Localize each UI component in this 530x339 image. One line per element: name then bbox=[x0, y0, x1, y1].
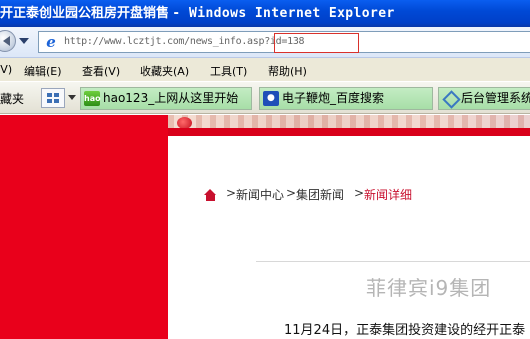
menu-view[interactable]: 查看(V) bbox=[82, 63, 120, 79]
favorite-tab-baidu[interactable]: 电子鞭炮_百度搜索 bbox=[259, 87, 433, 110]
breadcrumb-separator: > bbox=[286, 186, 297, 200]
favorite-tab-label: hao123_上网从这里开始 bbox=[103, 91, 239, 105]
menu-tools[interactable]: 工具(T) bbox=[210, 63, 247, 79]
content-divider bbox=[256, 261, 530, 262]
window-title-cn: 开正泰创业园公租房开盘销售 - bbox=[0, 6, 179, 21]
ie-page-icon: e bbox=[46, 33, 56, 51]
hao123-icon: hao bbox=[84, 91, 101, 106]
window-title-app: Windows Internet Explorer bbox=[189, 6, 395, 21]
favorite-tab-hao123[interactable]: hao hao123_上网从这里开始 bbox=[80, 87, 252, 110]
breadcrumb-news-center[interactable]: 新闻中心 bbox=[236, 186, 284, 203]
history-dropdown-icon[interactable] bbox=[19, 38, 29, 44]
header-red-stripe bbox=[168, 128, 530, 136]
favorites-bar: 藏夹 hao hao123_上网从这里开始 电子鞭炮_百度搜索 后台管理系统 bbox=[0, 82, 530, 114]
menu-bar: (V) 编辑(E) 查看(V) 收藏夹(A) 工具(T) 帮助(H) bbox=[0, 58, 530, 82]
breadcrumb-separator: > bbox=[226, 186, 237, 200]
navigation-bar: e http://www.lcztjt.com/news_info.asp?id… bbox=[0, 27, 530, 58]
menu-view-partial[interactable]: (V) bbox=[0, 63, 12, 76]
article-body-text: 11月24日，正泰集团投资建设的经开正泰 bbox=[284, 323, 526, 338]
menu-edit[interactable]: 编辑(E) bbox=[24, 63, 62, 79]
url-highlight-box bbox=[274, 33, 359, 53]
breadcrumb-group-news[interactable]: 集团新闻 bbox=[296, 186, 344, 203]
window-title-bar: 开正泰创业园公租房开盘销售 - Windows Internet Explore… bbox=[0, 0, 530, 27]
url-text[interactable]: http://www.lcztjt.com/news_info.asp?id=1… bbox=[64, 36, 305, 47]
favorites-label[interactable]: 藏夹 bbox=[0, 90, 24, 107]
menu-help[interactable]: 帮助(H) bbox=[268, 63, 307, 79]
menu-favorites[interactable]: 收藏夹(A) bbox=[140, 63, 189, 79]
web-page-content: > 新闻中心 > 集团新闻 > 新闻详细 菲律宾i9集团 11月24日，正泰集团… bbox=[0, 115, 530, 339]
quick-tabs-icon[interactable] bbox=[41, 88, 65, 108]
favorite-tab-label: 电子鞭炮_百度搜索 bbox=[282, 91, 385, 105]
watermark-text: 菲律宾i9集团 bbox=[366, 276, 492, 300]
breadcrumb-separator: > bbox=[354, 186, 365, 200]
back-button[interactable] bbox=[0, 30, 16, 52]
favorite-tab-admin[interactable]: 后台管理系统 bbox=[438, 87, 530, 110]
baidu-paw-icon bbox=[263, 91, 279, 106]
favorite-tab-label: 后台管理系统 bbox=[461, 91, 530, 105]
left-red-panel bbox=[0, 115, 168, 339]
address-bar[interactable]: e http://www.lcztjt.com/news_info.asp?id… bbox=[38, 31, 530, 53]
breadcrumb-current: 新闻详细 bbox=[364, 188, 413, 202]
home-icon[interactable] bbox=[204, 189, 217, 201]
admin-icon bbox=[442, 91, 458, 106]
quick-tabs-dropdown-icon[interactable] bbox=[68, 95, 76, 100]
